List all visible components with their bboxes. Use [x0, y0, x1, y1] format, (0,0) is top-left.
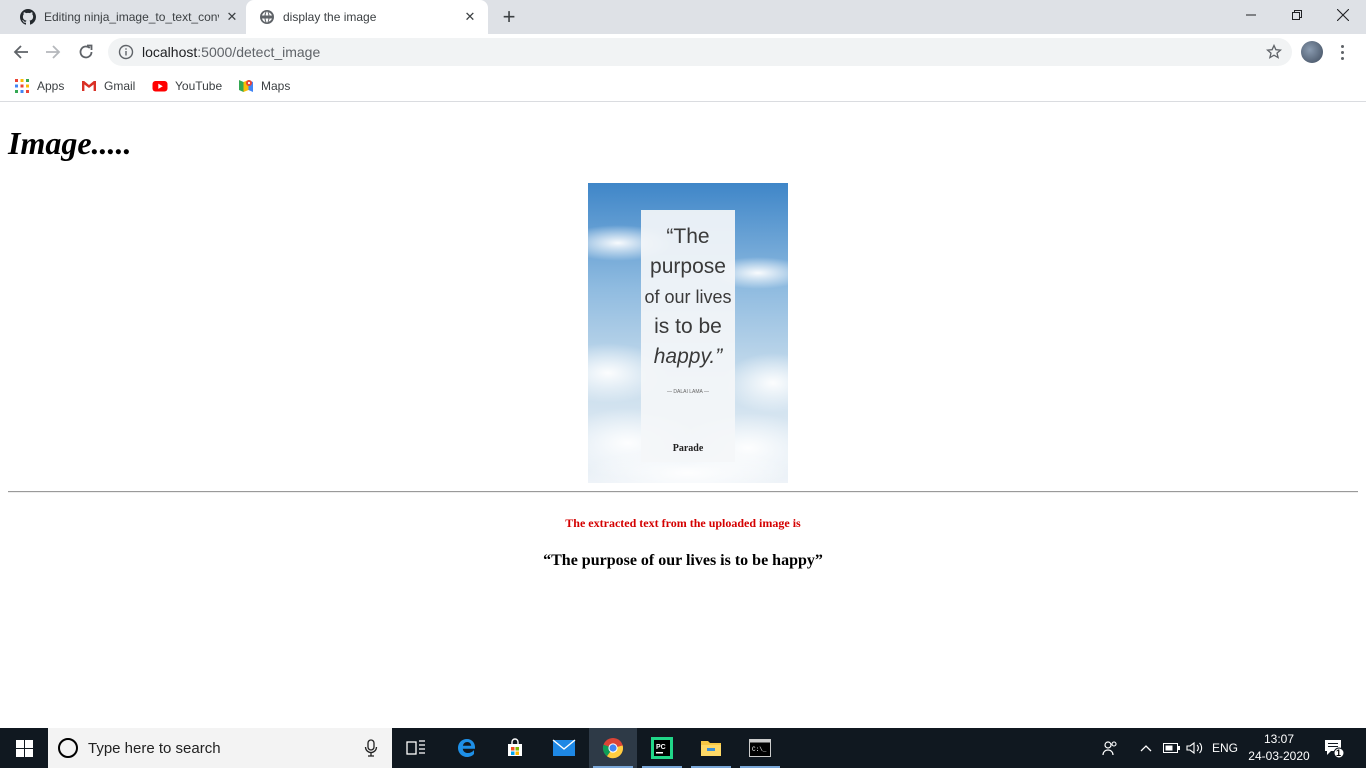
- svg-text:C:\_: C:\_: [752, 746, 767, 753]
- close-tab-icon[interactable]: ✕: [224, 9, 240, 25]
- gmail-icon: [82, 81, 96, 91]
- back-button[interactable]: [6, 37, 36, 67]
- bookmark-label: YouTube: [175, 79, 223, 93]
- menu-icon[interactable]: [1336, 41, 1348, 63]
- start-button[interactable]: [0, 728, 48, 768]
- browser-toolbar: localhost:5000/detect_image: [0, 34, 1366, 70]
- minimize-button[interactable]: [1228, 0, 1274, 30]
- show-hidden-icons-button[interactable]: [1140, 728, 1152, 768]
- battery-icon: [1163, 743, 1180, 753]
- forward-button[interactable]: [38, 37, 68, 67]
- uploaded-quote-image: “The purpose of our lives is to be happy…: [588, 183, 788, 483]
- tab-display-image[interactable]: display the image ✕: [246, 0, 488, 34]
- quote-line: purpose: [650, 255, 726, 278]
- quote-brand: Parade: [673, 443, 704, 454]
- quote-line: of our lives: [644, 287, 731, 307]
- file-explorer-button[interactable]: [687, 728, 735, 768]
- extracted-text: “The purpose of our lives is to be happy…: [543, 552, 823, 569]
- edge-icon: [458, 739, 476, 757]
- svg-text:PC: PC: [656, 744, 666, 751]
- windows-logo-icon: [15, 739, 33, 757]
- people-icon: [1102, 741, 1117, 756]
- volume-button[interactable]: [1186, 728, 1204, 768]
- edge-button[interactable]: [443, 728, 491, 768]
- bookmark-label: Apps: [37, 79, 65, 93]
- quote-line: is to be: [654, 315, 722, 338]
- back-arrow-icon: [13, 45, 28, 59]
- search-placeholder: Type here to search: [88, 739, 221, 757]
- address-bar[interactable]: localhost:5000/detect_image: [108, 38, 1292, 66]
- clock[interactable]: 13:07 24-03-2020: [1246, 731, 1312, 765]
- quote-attribution: — DALAI LAMA —: [667, 389, 709, 395]
- microphone-icon[interactable]: [364, 739, 378, 757]
- command-prompt-button[interactable]: C:\_: [736, 728, 784, 768]
- cortana-icon: [58, 738, 78, 758]
- quote-line: “The: [666, 225, 709, 248]
- new-tab-button[interactable]: +: [497, 4, 521, 29]
- pycharm-icon: PC: [651, 737, 673, 759]
- store-button[interactable]: [491, 728, 539, 768]
- reload-button[interactable]: [71, 37, 101, 67]
- volume-icon: [1186, 741, 1203, 755]
- taskbar-search[interactable]: Type here to search: [48, 728, 392, 768]
- github-icon: [20, 9, 36, 25]
- info-icon[interactable]: [118, 44, 134, 60]
- apps-grid-icon: [15, 79, 29, 93]
- close-window-button[interactable]: [1320, 0, 1366, 30]
- chrome-icon: [602, 738, 623, 759]
- tab-github-editor[interactable]: Editing ninja_image_to_text_conv ✕: [8, 0, 246, 34]
- forward-arrow-icon: [46, 45, 61, 59]
- tab-title: display the image: [283, 10, 377, 24]
- pycharm-button[interactable]: PC: [638, 728, 686, 768]
- extracted-text-label: The extracted text from the uploaded ima…: [565, 516, 801, 530]
- mail-button[interactable]: [540, 728, 588, 768]
- bookmark-apps[interactable]: Apps: [14, 76, 64, 96]
- notification-count: 1: [1336, 748, 1342, 758]
- bookmark-maps[interactable]: Maps: [238, 76, 290, 96]
- terminal-icon: C:\_: [749, 739, 771, 757]
- minimize-icon: [1246, 14, 1256, 16]
- bookmark-gmail[interactable]: Gmail: [81, 76, 135, 96]
- globe-icon: [260, 10, 274, 24]
- clock-time: 13:07: [1263, 732, 1295, 746]
- url-text[interactable]: localhost:5000/detect_image: [142, 44, 320, 60]
- people-button[interactable]: [1102, 728, 1118, 768]
- language-indicator[interactable]: ENG: [1212, 728, 1238, 768]
- chevron-up-icon: [1140, 745, 1152, 752]
- bookmark-star-icon[interactable]: [1266, 44, 1282, 60]
- close-tab-icon[interactable]: ✕: [462, 9, 478, 25]
- bookmark-youtube[interactable]: YouTube: [152, 76, 222, 96]
- bookmark-label: Gmail: [104, 79, 136, 93]
- tab-title: Editing ninja_image_to_text_conv: [44, 10, 219, 24]
- close-icon: [1337, 9, 1349, 21]
- store-icon: [508, 738, 522, 756]
- action-center-button[interactable]: 1: [1323, 728, 1345, 768]
- quote-line: happy.”: [654, 345, 723, 368]
- url-host: localhost: [142, 44, 198, 60]
- reload-icon: [79, 44, 93, 59]
- page-title: Image.....: [8, 125, 132, 161]
- chrome-button[interactable]: [589, 728, 637, 768]
- mail-icon: [552, 739, 576, 756]
- folder-icon: [701, 741, 721, 756]
- youtube-icon: [152, 81, 168, 92]
- profile-avatar[interactable]: [1301, 41, 1323, 63]
- bookmark-label: Maps: [261, 79, 291, 93]
- maps-icon: [239, 80, 253, 92]
- restore-button[interactable]: [1274, 0, 1320, 30]
- language-label: ENG: [1212, 741, 1239, 755]
- url-path: :5000/detect_image: [197, 44, 321, 60]
- battery-button[interactable]: [1163, 728, 1181, 768]
- windows-taskbar: Type here to search PC C:\_ ENG 13:07 24…: [0, 728, 1366, 768]
- notification-icon: [1325, 740, 1345, 759]
- task-view-icon: [406, 740, 425, 755]
- clock-date: 24-03-2020: [1248, 749, 1310, 763]
- page-content: Image..... “The purpose of our lives is …: [0, 103, 1366, 728]
- bookmarks-bar: Apps Gmail YouTube Maps: [0, 70, 1366, 102]
- restore-icon: [1292, 10, 1302, 20]
- task-view-button[interactable]: [392, 728, 440, 768]
- divider: [8, 491, 1358, 493]
- tab-strip: Editing ninja_image_to_text_conv ✕ displ…: [0, 0, 1366, 34]
